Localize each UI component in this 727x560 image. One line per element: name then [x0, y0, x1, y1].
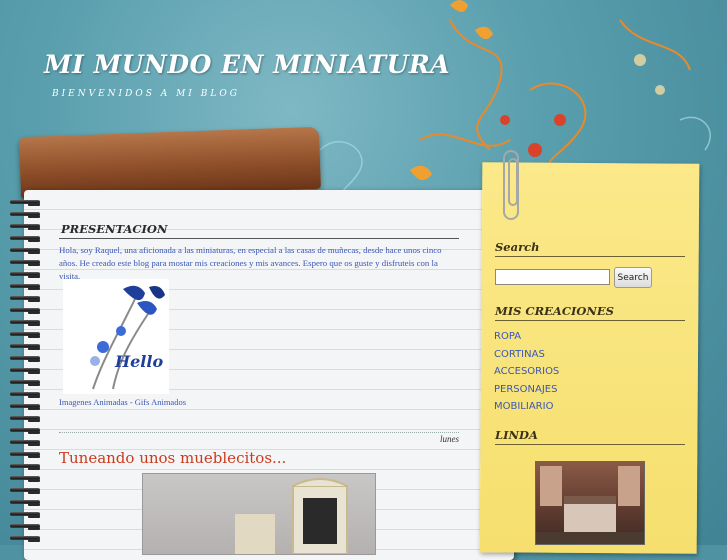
ring: [10, 236, 40, 242]
link-accesorios[interactable]: ACCESORIOS: [494, 366, 559, 377]
ring: [10, 224, 40, 230]
ring: [10, 464, 40, 470]
ring: [10, 476, 40, 482]
linda-image[interactable]: [535, 461, 645, 545]
ring: [10, 344, 40, 350]
link-cortinas[interactable]: CORTINAS: [494, 349, 545, 360]
list-item: ROPA: [494, 324, 559, 342]
ring: [10, 500, 40, 506]
ring: [10, 248, 40, 254]
presentation-text: Hola, soy Raquel, una aficionada a las m…: [59, 245, 442, 281]
dollhouse-room-icon: [536, 466, 644, 544]
blog-title[interactable]: MI MUNDO EN MINIATURA: [44, 50, 450, 79]
ring: [10, 416, 40, 422]
search-input[interactable]: [495, 269, 610, 285]
hello-text: Hello: [114, 352, 163, 371]
presentation-section: PRESENTACION Hola, soy Raquel, una afici…: [59, 222, 459, 283]
ring: [10, 536, 40, 542]
ring: [10, 212, 40, 218]
ring: [10, 452, 40, 458]
ring: [10, 404, 40, 410]
ring: [10, 308, 40, 314]
search-button[interactable]: Search: [614, 267, 652, 288]
date-header: lunes: [59, 432, 459, 444]
ring: [10, 512, 40, 518]
image-caption-link[interactable]: Imagenes Animadas - Gifs Animados: [59, 397, 186, 407]
blog-description: BIENVENIDOS A MI BLOG: [52, 89, 240, 99]
spiral-binding-icon: [10, 200, 44, 545]
leather-strap: [19, 126, 321, 200]
creations-heading: MIS CREACIONES: [495, 304, 685, 321]
blue-roses-icon: Hello: [90, 285, 165, 390]
ring: [10, 428, 40, 434]
hello-image[interactable]: Hello: [63, 279, 169, 394]
ring: [10, 332, 40, 338]
post-image[interactable]: [142, 473, 376, 555]
ring: [10, 356, 40, 362]
ring: [10, 392, 40, 398]
ring: [10, 272, 40, 278]
ring: [10, 380, 40, 386]
post-title[interactable]: Tuneando unos mueblecitos...: [59, 449, 286, 467]
ring: [10, 260, 40, 266]
dollhouse-furniture-icon: [235, 478, 348, 555]
list-item: PERSONAJES: [494, 377, 559, 395]
list-item: CORTINAS: [494, 342, 559, 360]
date-label: lunes: [440, 434, 459, 444]
paper-clip-icon: [503, 150, 519, 220]
list-item: ACCESORIOS: [494, 359, 559, 377]
ring: [10, 320, 40, 326]
ring: [10, 284, 40, 290]
ring: [10, 440, 40, 446]
ring: [10, 368, 40, 374]
creations-list: ROPA CORTINAS ACCESORIOS PERSONAJES MOBI…: [494, 324, 559, 412]
ring: [10, 524, 40, 530]
search-heading: Search: [495, 240, 685, 257]
link-personajes[interactable]: PERSONAJES: [494, 384, 557, 395]
linda-heading: LINDA: [495, 428, 685, 445]
link-ropa[interactable]: ROPA: [494, 331, 521, 342]
ring: [10, 200, 40, 206]
link-mobiliario[interactable]: MOBILIARIO: [494, 401, 553, 412]
presentation-heading: PRESENTACION: [59, 222, 459, 239]
ring: [10, 488, 40, 494]
ring: [10, 296, 40, 302]
list-item: MOBILIARIO: [494, 394, 559, 412]
